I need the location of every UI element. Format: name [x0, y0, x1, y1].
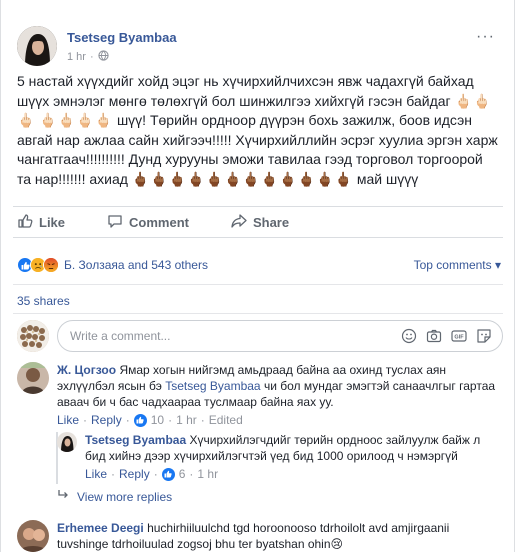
reply-body: Tsetseg Byambaa Хүчирхийлэгчдийг төрийн …: [85, 432, 495, 482]
commenter-avatar[interactable]: [17, 362, 49, 394]
shares-count[interactable]: 35 shares: [17, 294, 70, 308]
post-meta: 1 hr ·: [67, 50, 109, 64]
share-arrow-icon: [231, 213, 247, 232]
reactions-summary: Б. Золзаяа and 543 others Top comments ▾: [17, 256, 503, 274]
comment-time[interactable]: 1 hr: [176, 412, 197, 428]
comment-author[interactable]: Ж. Цогзоо: [57, 363, 116, 377]
reply-meta: Like · Reply · 6 · 1 hr: [85, 466, 219, 482]
comment-edited[interactable]: Edited: [209, 412, 243, 428]
post-text: 5 настай хүүхдийг хойд эцэг нь хүчирхийл…: [17, 72, 499, 189]
post-card: Tsetseg Byambaa 1 hr · ··· 5 настай хүүх…: [0, 0, 515, 552]
gif-icon[interactable]: GIF: [451, 328, 467, 344]
reactions-text[interactable]: Б. Золзаяа and 543 others: [64, 258, 208, 272]
action-bar: Like Comment Share: [13, 206, 503, 238]
share-button[interactable]: Share: [227, 213, 289, 232]
comment-body: Erhemee Deegi huchirhiiluulchd tgd horoo…: [57, 520, 497, 552]
divider: [13, 284, 503, 285]
commenter-avatar[interactable]: [17, 520, 49, 552]
reply-like-count: 6: [178, 467, 186, 481]
middle-finger-emoji-dark: 🖕🏾🖕🏾🖕🏾🖕🏾🖕🏾🖕🏾🖕🏾🖕🏾🖕🏾🖕🏾🖕🏾🖕🏾: [131, 170, 353, 187]
more-options-icon[interactable]: ···: [476, 28, 495, 46]
post-header: Tsetseg Byambaa 1 hr · ···: [17, 26, 497, 70]
like-badge-icon[interactable]: [161, 467, 175, 481]
reply-like-link[interactable]: Like: [85, 466, 107, 482]
comment-input[interactable]: [70, 329, 370, 343]
like-button[interactable]: Like: [13, 213, 65, 232]
view-more-replies[interactable]: View more replies: [57, 489, 172, 504]
comment-like-count: 10: [150, 413, 165, 427]
current-user-avatar[interactable]: [17, 320, 49, 352]
angry-reaction-icon: [43, 257, 59, 273]
post-text-end: май шүүү: [356, 170, 419, 187]
reply-reply-link[interactable]: Reply: [119, 466, 150, 482]
comment-reply-link[interactable]: Reply: [91, 412, 122, 428]
sticker-icon[interactable]: [476, 328, 492, 344]
comment-mention[interactable]: Tsetseg Byambaa: [165, 379, 260, 393]
camera-icon[interactable]: [426, 328, 442, 344]
comment-author[interactable]: Erhemee Deegi: [57, 521, 144, 535]
comment-body: Ж. Цогзоо Ямар хогын нийгэмд амьдраад ба…: [57, 362, 497, 428]
like-badge-icon[interactable]: [133, 413, 147, 427]
comment-button[interactable]: Comment: [103, 213, 189, 232]
emoji-icon[interactable]: [401, 328, 417, 344]
reply-item: Tsetseg Byambaa Хүчирхийлэгчдийг төрийн …: [57, 432, 503, 482]
comment-item: Erhemee Deegi huchirhiiluulchd tgd horoo…: [17, 520, 503, 552]
svg-text:GIF: GIF: [454, 335, 464, 341]
middle-finger-emoji-light-2: 🖕🏻🖕🏻🖕🏻🖕🏻: [39, 112, 114, 128]
reaction-icons[interactable]: [17, 257, 59, 273]
thumbs-up-icon: [17, 213, 33, 232]
author-avatar[interactable]: [17, 26, 57, 66]
comment-item: Ж. Цогзоо Ямар хогын нийгэмд амьдраад ба…: [17, 362, 503, 428]
reply-author[interactable]: Tsetseg Byambaa: [85, 433, 186, 447]
divider: [13, 313, 503, 314]
comment-meta: Like · Reply · 10 · 1 hr · Edited: [57, 412, 243, 428]
comment-like-link[interactable]: Like: [57, 412, 79, 428]
speech-bubble-icon: [107, 213, 123, 232]
comment-input-icons: GIF: [401, 328, 492, 344]
top-comments-dropdown[interactable]: Top comments ▾: [414, 258, 501, 272]
comment-input-box[interactable]: GIF: [57, 320, 503, 352]
post-time[interactable]: 1 hr: [67, 51, 86, 63]
caret-down-icon: ▾: [494, 258, 501, 272]
reply-arrow-icon: [57, 489, 69, 504]
reply-author-avatar[interactable]: [57, 432, 77, 452]
author-name[interactable]: Tsetseg Byambaa: [67, 30, 177, 45]
post-text-main: 5 настай хүүхдийг хойд эцэг нь хүчирхийл…: [17, 73, 474, 109]
reply-time[interactable]: 1 hr: [197, 466, 218, 482]
globe-icon: [98, 50, 109, 64]
